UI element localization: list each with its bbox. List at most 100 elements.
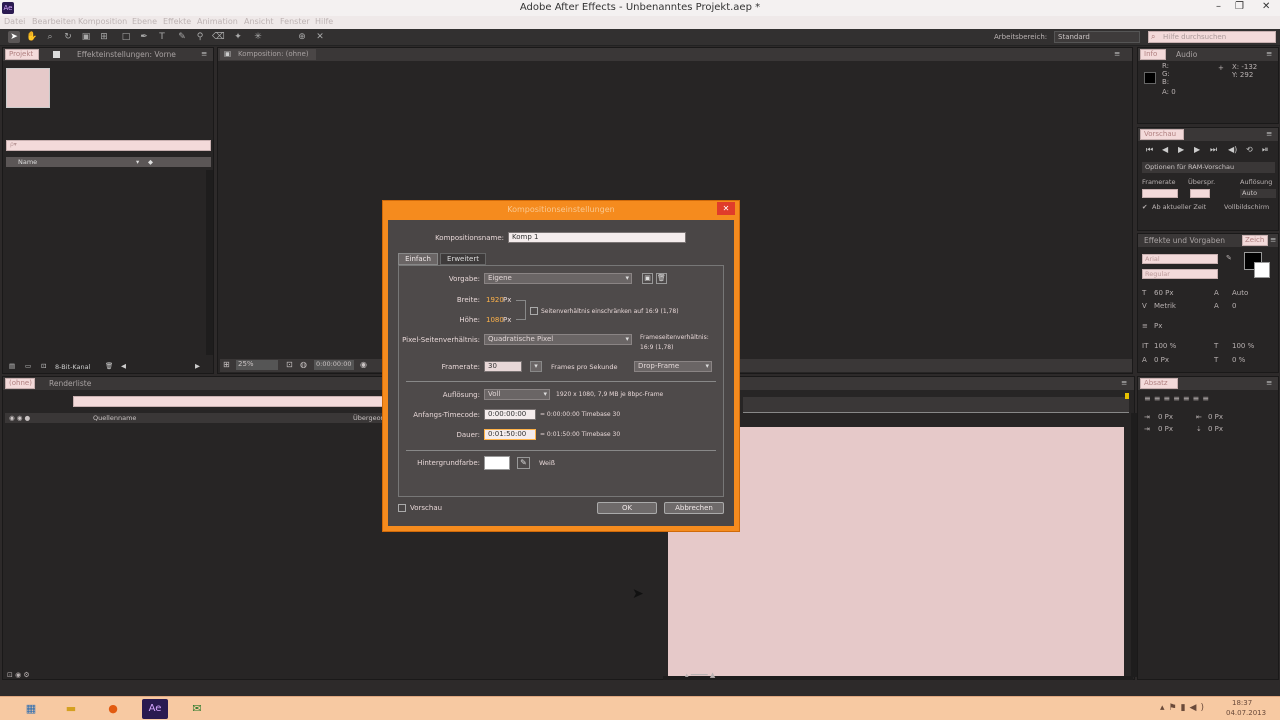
grid-icon[interactable]: ⊡	[286, 360, 293, 369]
comp-name-input[interactable]: Komp 1	[508, 232, 686, 243]
tab-effekte-vorgaben[interactable]: Effekte und Vorgaben	[1144, 236, 1225, 245]
menu-komposition[interactable]: Komposition	[78, 17, 127, 26]
eyedropper-icon[interactable]: ✎	[1226, 254, 1232, 262]
puppet-tool-icon[interactable]: ✳	[252, 31, 264, 43]
paragraph-panel-menu-icon[interactable]: ≡	[1266, 378, 1272, 387]
tsume-value[interactable]: 0 %	[1232, 356, 1245, 364]
stroke-width-value[interactable]: Px	[1154, 322, 1162, 330]
interpret-footage-icon[interactable]: ▤	[9, 362, 15, 370]
workspace-select[interactable]: Standard	[1054, 31, 1140, 43]
tab-audio[interactable]: Audio	[1176, 50, 1197, 59]
menu-fenster[interactable]: Fenster	[280, 17, 310, 26]
preset-select[interactable]: Eigene	[484, 273, 632, 284]
indent-first-value[interactable]: 0 Px	[1158, 425, 1173, 433]
tab-effekteinstellungen[interactable]: Effekteinstellungen: Vorne	[77, 50, 176, 59]
last-frame-icon[interactable]: ⏭	[1210, 145, 1217, 155]
new-comp-icon[interactable]: ⊡	[41, 362, 46, 370]
maximize-button[interactable]: ❐	[1235, 1, 1244, 12]
prev-frame-icon[interactable]: ◀	[1162, 145, 1168, 154]
roto-brush-tool-icon[interactable]: ✦	[232, 31, 244, 43]
duration-input[interactable]: 0:01:50:00	[484, 429, 536, 440]
cancel-button[interactable]: Abbrechen	[664, 502, 724, 514]
width-value[interactable]: 1920	[486, 296, 504, 304]
dropframe-select[interactable]: Drop-Frame	[634, 361, 712, 372]
tab-erweitert[interactable]: Erweitert	[440, 253, 486, 265]
rotate-tool-icon[interactable]: ↻	[62, 31, 74, 43]
pen-tool-icon[interactable]: ✒	[138, 31, 150, 43]
snapshot-icon[interactable]: ◉	[360, 360, 367, 369]
skip-select[interactable]	[1190, 189, 1210, 198]
ram-preview-icon[interactable]: ⏯	[1262, 145, 1268, 155]
tab-info[interactable]: Info	[1140, 49, 1166, 60]
ok-button[interactable]: OK	[597, 502, 657, 514]
audio-icon[interactable]: ◀)	[1228, 145, 1237, 154]
timeline-footer-icons[interactable]: ⊡ ◉ ⚙	[7, 671, 30, 679]
tray-icons[interactable]: ▴⚑▮◀)	[1160, 703, 1208, 713]
mask-icon[interactable]: ◍	[300, 360, 307, 369]
sort-icon[interactable]: ▾	[136, 157, 139, 167]
text-tool-icon[interactable]: T	[156, 31, 168, 43]
menu-effekte[interactable]: Effekte	[163, 17, 191, 26]
scroll-right-icon[interactable]: ▶	[195, 362, 200, 370]
start-timecode-input[interactable]: 0:00:00:00	[484, 409, 536, 420]
resolution-select-dialog[interactable]: Voll	[484, 389, 550, 400]
zoom-select[interactable]: 25%	[236, 360, 278, 370]
selection-tool-icon[interactable]: ➤	[8, 31, 20, 43]
project-scrollbar[interactable]	[206, 170, 213, 355]
zoom-tool-icon[interactable]: ⌕	[44, 31, 56, 43]
preview-panel-menu-icon[interactable]: ≡	[1266, 129, 1272, 138]
save-preset-icon[interactable]: ▣	[642, 273, 653, 284]
framerate-dropdown-icon[interactable]: ▾	[530, 361, 542, 372]
height-value[interactable]: 1080	[486, 316, 504, 324]
comp-panel-menu-icon[interactable]: ≡	[1114, 49, 1120, 58]
tab-einfach[interactable]: Einfach	[398, 253, 438, 265]
scroll-left-icon[interactable]: ◀	[121, 362, 126, 370]
bit-depth-button[interactable]: 8-Bit-Kanal	[55, 363, 90, 371]
tab-projekt[interactable]: Projekt	[5, 49, 39, 60]
delete-preset-icon[interactable]: 🗑	[656, 273, 667, 284]
lock-ratio-checkbox[interactable]	[530, 307, 538, 315]
tab-renderliste[interactable]: Renderliste	[49, 379, 91, 388]
indent-left-value[interactable]: 0 Px	[1158, 413, 1173, 421]
snap-icon[interactable]: ✕	[314, 31, 326, 43]
project-search-input[interactable]: ρ▾	[6, 140, 211, 151]
time-ruler[interactable]	[743, 397, 1129, 413]
camera-tool-icon[interactable]: ▣	[80, 31, 92, 43]
next-frame-icon[interactable]: ▶	[1194, 145, 1200, 154]
menu-ansicht[interactable]: Ansicht	[244, 17, 274, 26]
clock-date[interactable]: 04.07.2013	[1226, 709, 1266, 717]
tab-komposition[interactable]: Komposition: (ohne)	[220, 49, 316, 60]
tab-ohne[interactable]: (ohne)	[5, 378, 35, 389]
brush-tool-icon[interactable]: ✎	[176, 31, 188, 43]
char-panel-menu-icon[interactable]: ≡	[1270, 235, 1276, 244]
pixel-aspect-select[interactable]: Quadratische Pixel	[484, 334, 632, 345]
column-source-name[interactable]: Quellenname	[93, 413, 136, 423]
bg-color-swatch[interactable]	[484, 456, 510, 470]
help-search-input[interactable]: Hilfe durchsuchen	[1148, 31, 1276, 43]
menu-hilfe[interactable]: Hilfe	[315, 17, 333, 26]
from-current-checkbox[interactable]: ✔	[1142, 203, 1147, 211]
font-style-select[interactable]: Regular	[1142, 269, 1218, 279]
info-panel-menu-icon[interactable]: ≡	[1266, 49, 1272, 58]
timeline-panel-menu-icon[interactable]: ≡	[1121, 378, 1127, 387]
leading-value[interactable]: Auto	[1232, 289, 1248, 297]
loop-icon[interactable]: ⟲	[1246, 145, 1253, 154]
menu-ebene[interactable]: Ebene	[132, 17, 157, 26]
font-family-select[interactable]: Arial	[1142, 254, 1218, 264]
hand-tool-icon[interactable]: ✋	[26, 31, 38, 43]
tracking-value[interactable]: 0	[1232, 302, 1236, 310]
current-time-display[interactable]: 0:00:00:00	[314, 360, 354, 370]
menu-animation[interactable]: Animation	[197, 17, 238, 26]
resolution-select[interactable]: Auto	[1240, 189, 1276, 198]
file-explorer-icon[interactable]: ▬	[58, 699, 84, 719]
stroke-color-swatch[interactable]	[1254, 262, 1270, 278]
clone-tool-icon[interactable]: ⚲	[194, 31, 206, 43]
close-button[interactable]: ✕	[1262, 1, 1270, 12]
bg-eyedropper-icon[interactable]: ✎	[517, 457, 530, 469]
timeline-horizontal-scrollbar[interactable]	[663, 676, 1133, 680]
indent-right-value[interactable]: 0 Px	[1208, 413, 1223, 421]
misc-app-icon[interactable]: ✉	[184, 699, 210, 719]
new-folder-icon[interactable]: ▭	[25, 362, 31, 370]
pan-behind-tool-icon[interactable]: ⊞	[98, 31, 110, 43]
tag-icon[interactable]: ◆	[148, 157, 153, 167]
